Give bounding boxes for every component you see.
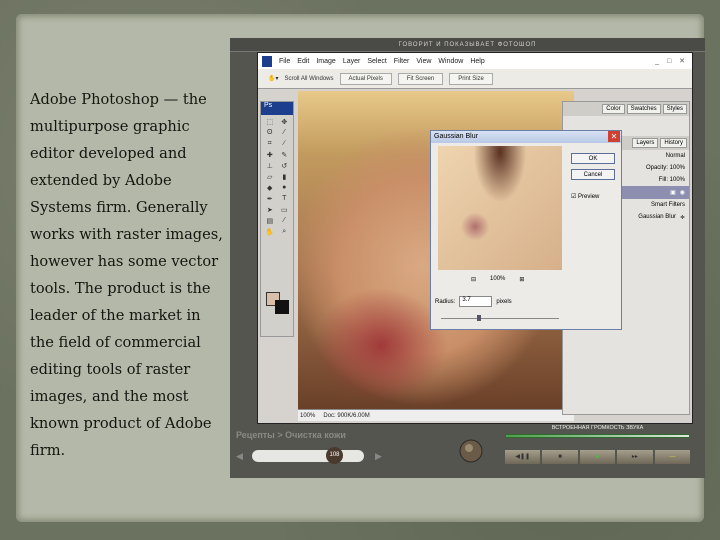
- menu-bar: File Edit Image Layer Select Filter View…: [258, 53, 692, 69]
- healing-brush-icon[interactable]: ✚: [264, 151, 276, 159]
- hand-tool-icon[interactable]: ✋▾: [268, 75, 278, 82]
- radius-input[interactable]: 3.7: [459, 296, 493, 307]
- cancel-button[interactable]: Cancel: [571, 169, 615, 180]
- photoshop-icon: [262, 55, 272, 67]
- move-tool-icon[interactable]: ✥: [279, 118, 291, 126]
- forward-button[interactable]: ▸▸: [617, 450, 653, 464]
- history-brush-icon[interactable]: ↺: [279, 162, 291, 170]
- gaussian-blur-label: Gaussian Blur: [638, 214, 676, 220]
- dialog-title: Gaussian Blur: [434, 133, 478, 140]
- tab-swatches[interactable]: Swatches: [626, 104, 661, 114]
- eraser-tool-icon[interactable]: ▱: [264, 173, 276, 181]
- progress-thumb[interactable]: 108: [326, 447, 343, 464]
- toolbox: Ps ⬚ ✥ ʘ ⁄ ⌗ ∕ ✚ ✎ ⊥ ↺ ▱ ▮ ◆ ● ✒ T ➤ ▭ ▤ ⁄ ✋ ⌕: [260, 101, 294, 337]
- scroll-all-checkbox[interactable]: Scroll All Windows: [284, 76, 333, 82]
- photoshop-window: File Edit Image Layer Select Filter View…: [257, 52, 693, 424]
- zoom-out-icon[interactable]: ⊟: [471, 276, 476, 283]
- marquee-tool-icon[interactable]: ⬚: [264, 118, 276, 126]
- ok-button[interactable]: OK: [571, 153, 615, 164]
- tab-layers[interactable]: Layers: [632, 138, 659, 148]
- menu-edit[interactable]: Edit: [297, 58, 309, 65]
- blend-mode-select[interactable]: Normal: [666, 153, 685, 159]
- menu-file[interactable]: File: [279, 58, 290, 65]
- preview-image[interactable]: [438, 146, 562, 270]
- eyedropper-icon[interactable]: ⁄: [279, 217, 291, 225]
- menu-layer[interactable]: Layer: [343, 58, 361, 65]
- menu-image[interactable]: Image: [316, 58, 335, 65]
- dodge-tool-icon[interactable]: ●: [279, 184, 291, 192]
- zoom-tool-icon[interactable]: ⌕: [279, 228, 291, 236]
- fill-field[interactable]: Fill: 100%: [659, 177, 685, 183]
- slide-body-text: Adobe Photoshop — the multipurpose graph…: [30, 91, 223, 459]
- tab-color[interactable]: Color: [602, 104, 625, 114]
- pen-tool-icon[interactable]: ✒: [264, 195, 276, 203]
- status-bar: 100% Doc: 900K/6.00M: [298, 409, 574, 421]
- path-select-icon[interactable]: ➤: [264, 206, 276, 214]
- radius-label: Radius:: [435, 298, 456, 305]
- round-button-icon[interactable]: [459, 439, 483, 463]
- stop-button[interactable]: ■: [542, 450, 578, 464]
- slice-tool-icon[interactable]: ∕: [279, 140, 291, 148]
- lasso-tool-icon[interactable]: ʘ: [264, 129, 276, 137]
- magic-wand-icon[interactable]: ⁄: [279, 129, 291, 137]
- gradient-tool-icon[interactable]: ▮: [279, 173, 291, 181]
- zoom-level: 100%: [300, 412, 316, 419]
- preview-zoom: 100%: [490, 276, 506, 282]
- player-title: ГОВОРИТ И ПОКАЗЫВАЕТ ФОТОШОП: [230, 38, 705, 52]
- volume-label: ВСТРОЕННАЯ ГРОМКОСТЬ ЗВУКА: [551, 425, 644, 431]
- brush-tool-icon[interactable]: ✎: [279, 151, 291, 159]
- radius-slider[interactable]: [441, 315, 559, 321]
- extra-button[interactable]: —: [654, 450, 691, 464]
- pause-button[interactable]: ◀❚❚: [505, 450, 541, 464]
- progress-slider[interactable]: 108: [252, 447, 364, 464]
- menu-view[interactable]: View: [416, 58, 431, 65]
- shape-tool-icon[interactable]: ▭: [279, 206, 291, 214]
- window-controls[interactable]: _ □ ✕: [655, 57, 692, 65]
- zoom-in-icon[interactable]: ⊞: [519, 276, 524, 283]
- player-controls: Рецепты > Очистка кожи ◀ 108 ▶ ВСТРОЕННА…: [230, 424, 705, 478]
- next-arrow-icon[interactable]: ▶: [375, 451, 382, 462]
- video-player: ГОВОРИТ И ПОКАЗЫВАЕТ ФОТОШОП File Edit I…: [230, 38, 705, 478]
- smart-filters-label: Smart Filters: [650, 202, 685, 208]
- prev-arrow-icon[interactable]: ◀: [236, 451, 243, 462]
- stamp-tool-icon[interactable]: ⊥: [264, 162, 276, 170]
- radius-unit: pixels: [496, 298, 512, 305]
- preview-checkbox[interactable]: ☑ Preview: [571, 193, 599, 200]
- hand-icon[interactable]: ✋: [264, 228, 276, 236]
- record-button[interactable]: ●: [579, 450, 616, 464]
- tab-history[interactable]: History: [660, 138, 687, 148]
- volume-bar[interactable]: [505, 434, 690, 438]
- options-bar: ✋▾ Scroll All Windows Actual Pixels Fit …: [258, 69, 692, 89]
- menu-filter[interactable]: Filter: [394, 58, 410, 65]
- volume-control[interactable]: ВСТРОЕННАЯ ГРОМКОСТЬ ЗВУКА: [505, 425, 690, 438]
- menu-window[interactable]: Window: [438, 58, 463, 65]
- menu-help[interactable]: Help: [470, 58, 484, 65]
- crop-tool-icon[interactable]: ⌗: [264, 140, 276, 148]
- doc-size: Doc: 900K/6.00M: [323, 412, 370, 419]
- opacity-field[interactable]: Opacity: 100%: [646, 165, 685, 171]
- close-icon[interactable]: ✕: [608, 131, 620, 142]
- tab-styles[interactable]: Styles: [662, 104, 687, 114]
- gaussian-blur-dialog: Gaussian Blur ✕ OK Cancel ☑ Preview ⊟ 100%…: [430, 130, 622, 330]
- background-color-swatch[interactable]: [275, 300, 289, 314]
- actual-pixels-button[interactable]: Actual Pixels: [339, 72, 392, 85]
- menu-select[interactable]: Select: [367, 58, 386, 65]
- print-size-button[interactable]: Print Size: [449, 72, 493, 85]
- notes-tool-icon[interactable]: ▤: [264, 217, 276, 225]
- toolbox-logo: Ps: [261, 102, 293, 115]
- slider-knob[interactable]: [477, 315, 481, 321]
- fit-screen-button[interactable]: Fit Screen: [397, 72, 444, 85]
- preview-label: Preview: [578, 194, 600, 200]
- type-tool-icon[interactable]: T: [279, 195, 291, 203]
- blur-tool-icon[interactable]: ◆: [264, 184, 276, 192]
- breadcrumb: Рецепты > Очистка кожи: [236, 430, 346, 440]
